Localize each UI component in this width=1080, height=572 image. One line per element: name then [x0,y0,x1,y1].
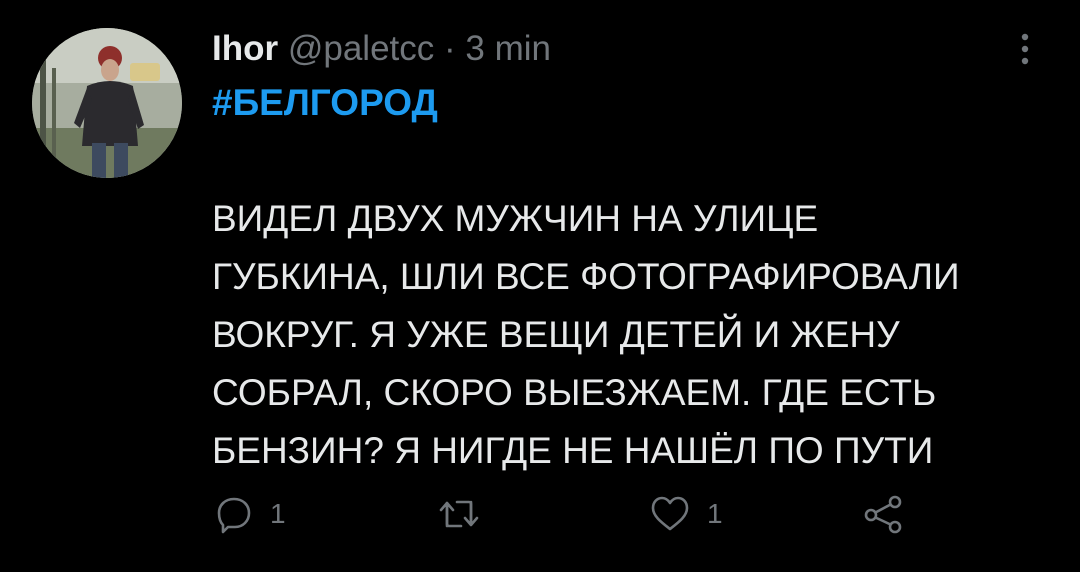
tweet-text-line: ВИДЕЛ ДВУХ МУЖЧИН НА УЛИЦЕ [212,198,819,239]
like-count: 1 [707,498,723,529]
reply-count: 1 [270,498,286,529]
avatar-photo [32,28,182,178]
share-icon [864,495,902,534]
author-name[interactable]: Ihor [212,29,278,68]
tweet-text-line: ВОКРУГ. Я УЖЕ ВЕЩИ ДЕТЕЙ И ЖЕНУ [212,314,900,355]
tweet-text-line: БЕНЗИН? Я НИГДЕ НЕ НАШЁЛ ПО ПУТИ [212,430,934,471]
tweet-text-line: ГУБКИНА, ШЛИ ВСЕ ФОТОГРАФИРОВАЛИ [212,256,960,297]
tweet-header: Ihor @paletcc · 3 min [212,27,551,71]
like-button[interactable]: 1 [649,494,723,534]
reply-button[interactable]: 1 [214,494,286,534]
more-options-button[interactable] [1005,26,1045,72]
retweet-button[interactable] [436,494,482,534]
hashtag-link[interactable]: #БЕЛГОРОД [212,80,438,126]
tweet-text: ВИДЕЛ ДВУХ МУЖЧИН НА УЛИЦЕ ГУБКИНА, ШЛИ … [212,190,1052,480]
separator-dot: · [444,29,456,68]
like-icon [651,496,689,531]
avatar[interactable] [32,28,182,178]
vertical-dots-icon [1021,33,1029,65]
share-button[interactable] [862,494,906,534]
tweet-text-line: СОБРАЛ, СКОРО ВЫЕЗЖАЕМ. ГДЕ ЕСТЬ [212,372,937,413]
author-handle[interactable]: @paletcc [288,29,434,68]
timestamp[interactable]: 3 min [465,29,551,68]
reply-icon [217,497,251,534]
retweet-icon [439,500,479,528]
